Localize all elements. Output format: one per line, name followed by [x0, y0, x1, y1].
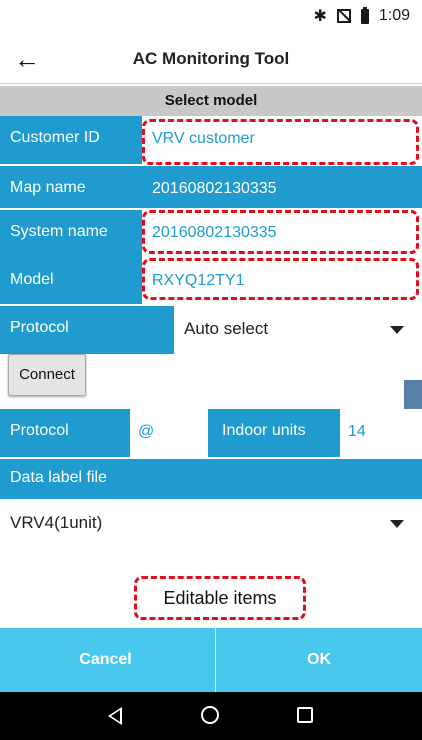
- data-label-select[interactable]: VRV4(1unit): [0, 500, 422, 546]
- editable-highlight: [142, 258, 419, 300]
- protocol-select-row: Protocol Auto select: [0, 306, 422, 354]
- connection-info-row: Protocol @ Indoor units 14: [0, 409, 422, 457]
- navigation-bar: [0, 692, 422, 740]
- side-handle: [404, 380, 422, 410]
- protocol-select-label: Protocol: [10, 319, 69, 336]
- app-bar: ← AC Monitoring Tool: [0, 36, 422, 84]
- system-name-label: System name: [10, 223, 108, 240]
- status-time: 1:09: [378, 7, 410, 24]
- protocol-label: Protocol: [10, 422, 69, 439]
- battery-icon: [360, 6, 369, 24]
- protocol-value: @: [138, 423, 155, 440]
- bluetooth-icon: ✱: [313, 8, 327, 25]
- map-name-label: Map name: [10, 179, 86, 196]
- ok-button[interactable]: OK: [216, 628, 422, 692]
- protocol-value-field: @: [130, 409, 208, 457]
- app-title: AC Monitoring Tool: [132, 49, 290, 68]
- map-name-field: 20160802130335: [142, 166, 422, 214]
- cancel-button[interactable]: Cancel: [0, 628, 211, 692]
- action-bar: Cancel OK: [0, 628, 422, 692]
- editable-highlight: [142, 119, 419, 165]
- editable-highlight: [142, 210, 419, 254]
- connect-button[interactable]: Connect: [8, 354, 86, 396]
- protocol-select[interactable]: Auto select: [174, 306, 422, 354]
- data-label-title: Data label file: [10, 469, 107, 486]
- customer-id-label: Customer ID: [10, 129, 100, 146]
- protocol-select-value: Auto select: [184, 319, 269, 338]
- data-label-header: Data label file: [0, 459, 422, 499]
- map-name-row: Map name 20160802130335: [0, 166, 422, 214]
- data-label-value: VRV4(1unit): [10, 513, 103, 532]
- indoor-units-value: 14: [348, 423, 366, 440]
- status-bar: ✱ 1:09: [0, 0, 422, 32]
- nav-home-icon[interactable]: [201, 706, 219, 724]
- nav-recents-icon[interactable]: [297, 707, 313, 723]
- no-signal-icon: [336, 9, 351, 23]
- nav-back-icon[interactable]: [108, 707, 122, 725]
- indoor-units-value-field: 14: [340, 409, 422, 457]
- map-name-value: 20160802130335: [152, 180, 277, 197]
- model-label: Model: [10, 271, 54, 288]
- indoor-units-label: Indoor units: [222, 422, 306, 439]
- chevron-down-icon: [390, 520, 404, 528]
- chevron-down-icon: [390, 326, 404, 334]
- editable-items-annotation: Editable items: [134, 576, 306, 620]
- section-header: Select model: [0, 86, 422, 116]
